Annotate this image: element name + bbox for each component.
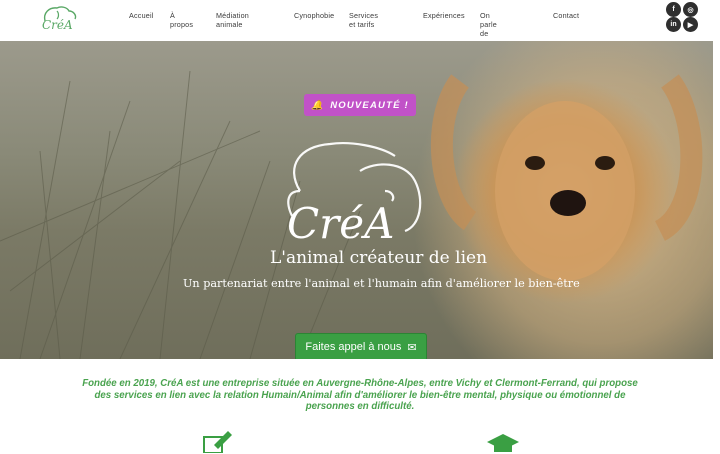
- site-header: CréA Accueil À propos Médiation animale …: [0, 0, 720, 47]
- nav-experiences[interactable]: Expériences: [423, 11, 465, 20]
- hero-brand: CréA: [287, 199, 395, 248]
- nav-cynophobie[interactable]: Cynophobie: [294, 11, 334, 20]
- intro-text: Fondée en 2019, CréA est une entreprise …: [82, 378, 638, 412]
- nav-contact[interactable]: Contact: [553, 11, 579, 20]
- cta-label: Faites appel à nous: [305, 341, 402, 353]
- news-badge[interactable]: 🔔 NOUVEAUTÉ !: [304, 94, 416, 116]
- hero-title: L'animal créateur de lien: [270, 248, 488, 268]
- hero-banner: 🔔 NOUVEAUTÉ ! CréA L'animal créateur de l…: [0, 41, 713, 359]
- cta-button[interactable]: Faites appel à nous ✉: [295, 333, 427, 359]
- envelope-icon: ✉: [407, 341, 417, 354]
- nav-services-tarifs[interactable]: Services et tarifs: [349, 11, 378, 29]
- nav-a-propos[interactable]: À propos: [170, 11, 193, 29]
- hero-subtitle: Un partenariat entre l'animal et l'humai…: [183, 277, 580, 290]
- linkedin-icon[interactable]: in: [666, 17, 681, 32]
- youtube-icon[interactable]: ▶: [683, 17, 698, 32]
- nav-accueil[interactable]: Accueil: [129, 11, 154, 20]
- logo-text: CréA: [42, 18, 73, 32]
- bell-icon: 🔔: [311, 99, 325, 111]
- badge-label: NOUVEAUTÉ !: [330, 99, 409, 111]
- nav-mediation-animale[interactable]: Médiation animale: [216, 11, 249, 29]
- facebook-icon[interactable]: f: [666, 2, 681, 17]
- graduation-cap-icon: [487, 434, 519, 452]
- instagram-icon[interactable]: ◎: [683, 2, 698, 17]
